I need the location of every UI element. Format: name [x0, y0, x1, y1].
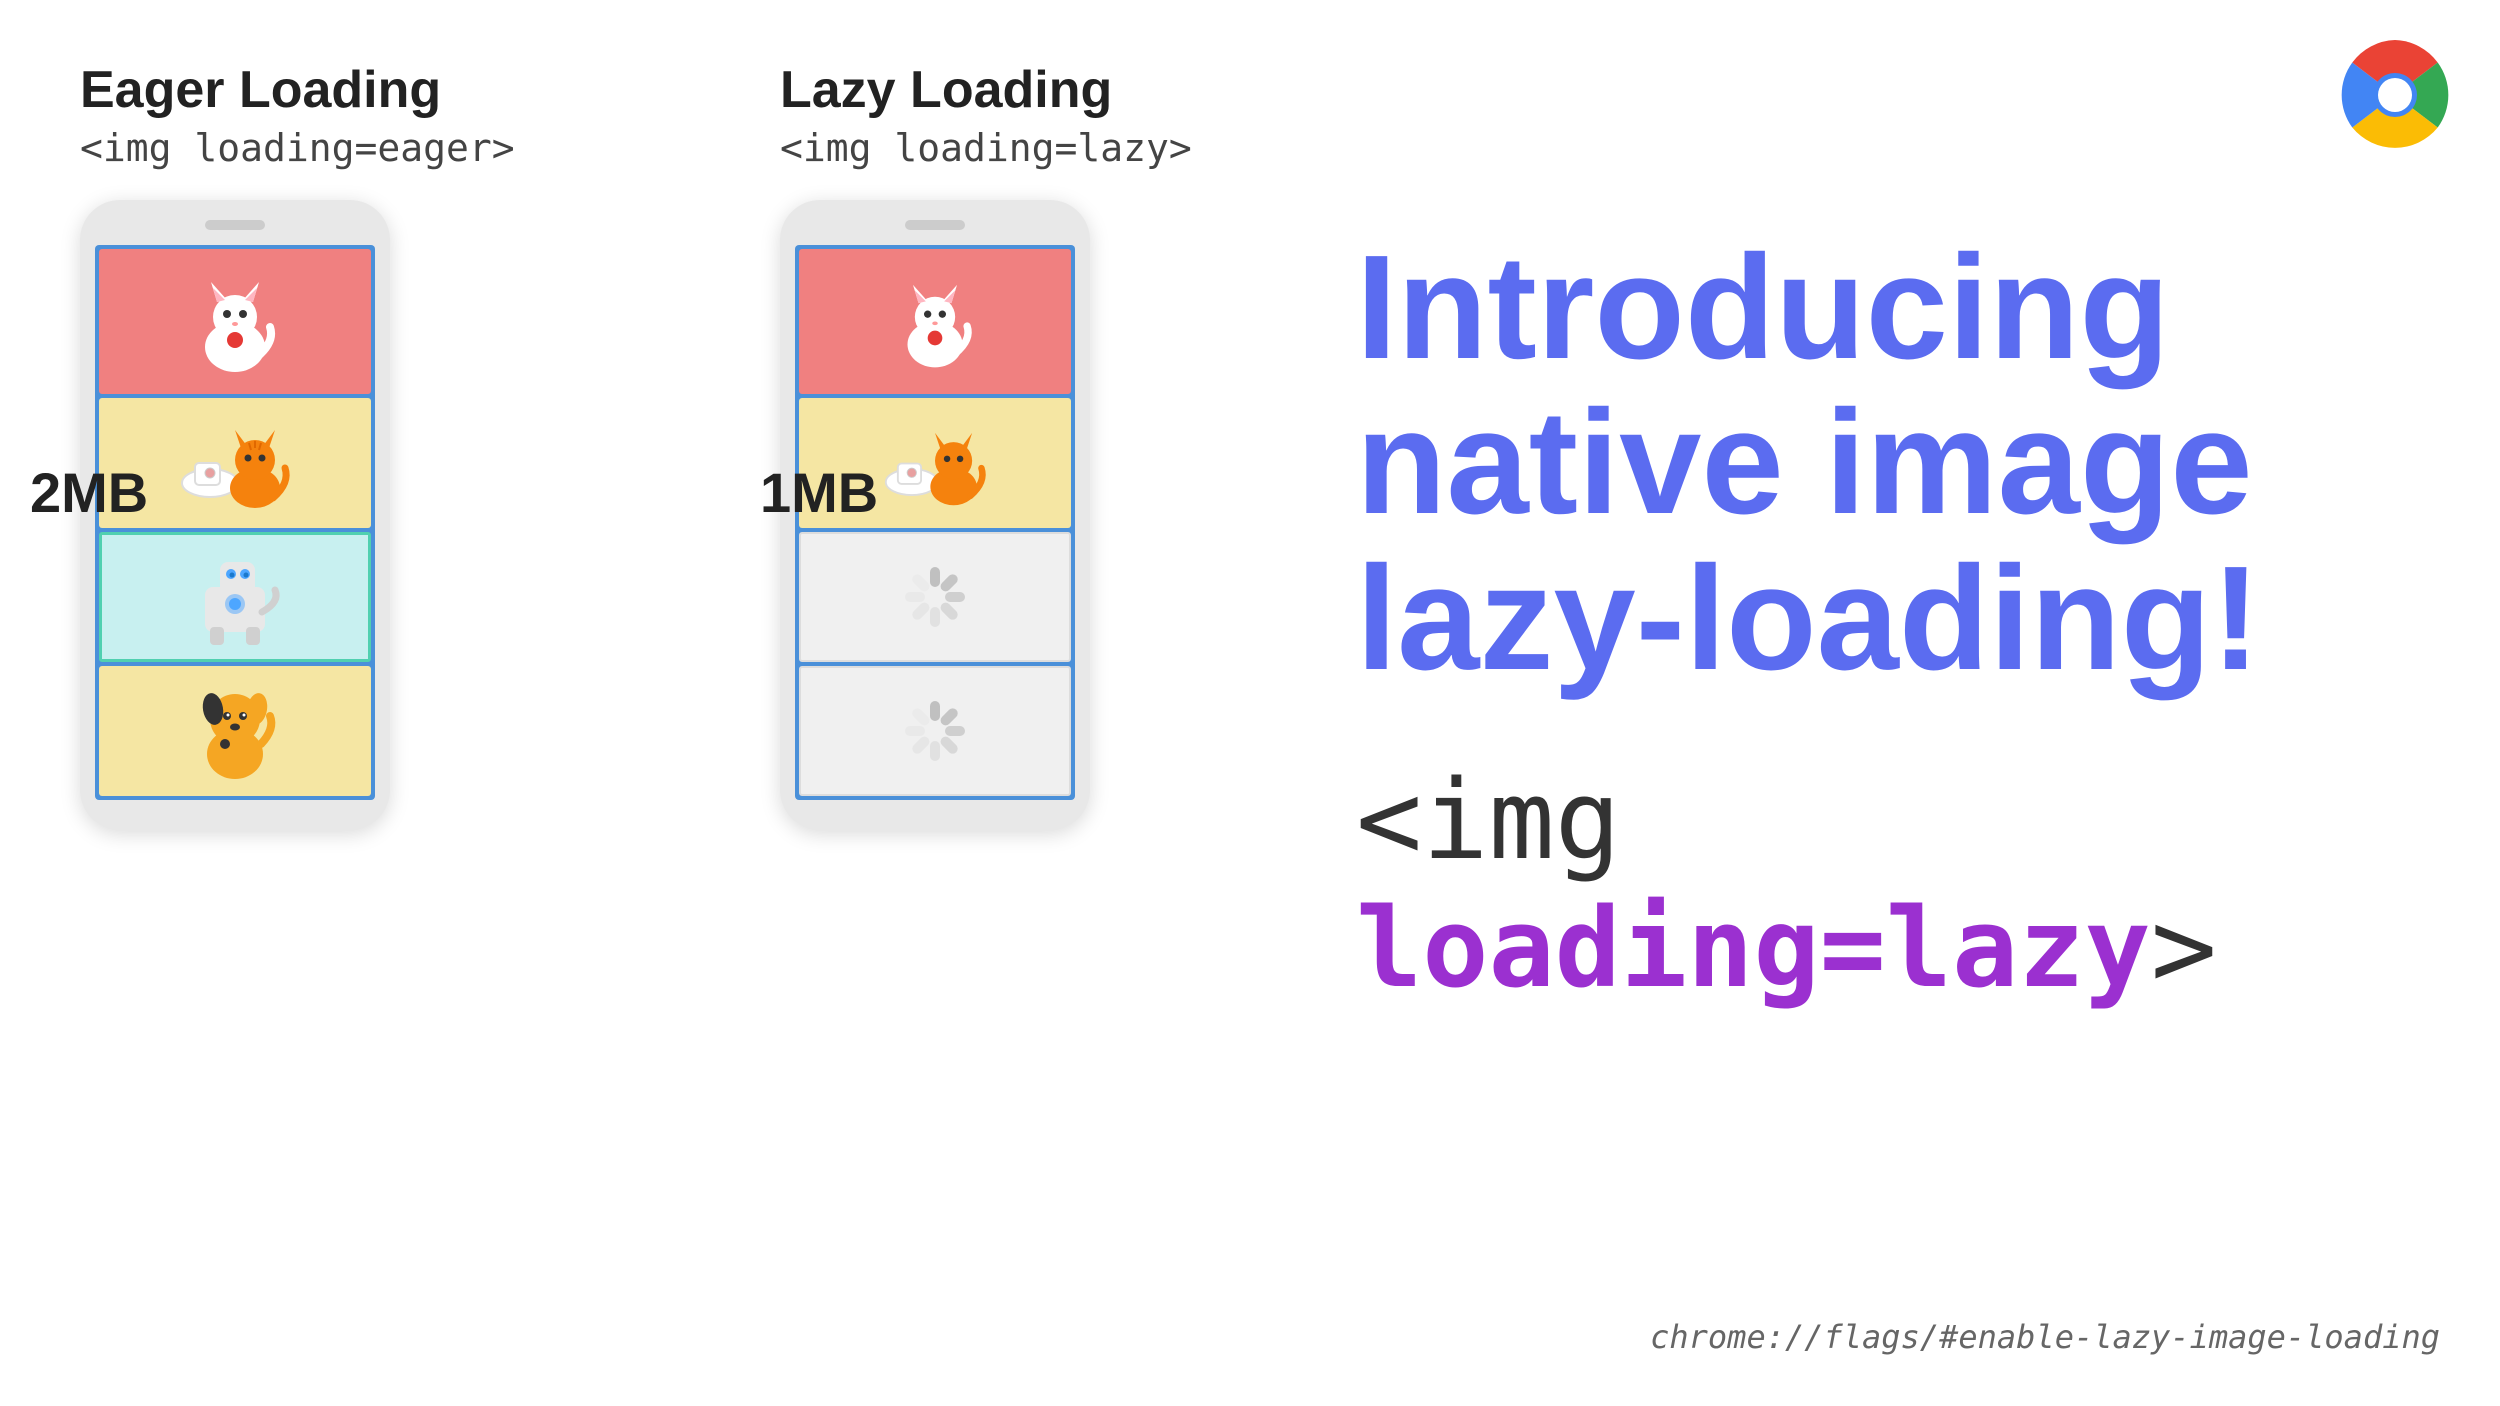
orange-cat-svg: [165, 408, 305, 518]
robot-dog-svg: [170, 542, 300, 652]
lazy-size-label: 1MB: [760, 460, 878, 525]
lazy-img-card-1: [799, 249, 1071, 394]
lazy-orange-cat-svg: [870, 411, 1000, 516]
eager-img-card-3: [99, 532, 371, 662]
lazy-loading-section: Lazy Loading <img loading=lazy>: [780, 60, 1192, 830]
eager-loading-section: Eager Loading <img loading=eager>: [80, 60, 515, 830]
white-cat-svg: [175, 262, 295, 382]
chrome-flags-url: chrome://flags/#enable-lazy-image-loadin…: [1650, 1318, 2440, 1356]
code-prefix: <img: [1356, 756, 1621, 884]
introducing-section: Introducing native image lazy-loading! <…: [1356, 230, 2406, 1042]
lazy-img-card-3-loading: [799, 532, 1071, 662]
spinner-svg-2: [900, 696, 970, 766]
lazy-title: Lazy Loading: [780, 60, 1192, 120]
code-suffix: >: [2151, 884, 2217, 1012]
introducing-heading: Introducing native image lazy-loading!: [1356, 230, 2406, 696]
sitting-dog-svg: [175, 674, 295, 789]
code-attr: loading=lazy: [1356, 884, 2151, 1012]
introducing-line2: native image: [1356, 380, 2253, 545]
lazy-code: <img loading=lazy>: [780, 126, 1192, 170]
eager-img-card-1: [99, 249, 371, 394]
phone-speaker-lazy: [905, 220, 965, 230]
chrome-icon: [2330, 30, 2460, 160]
eager-code: <img loading=eager>: [80, 126, 515, 170]
eager-img-card-4: [99, 666, 371, 796]
spinner-svg-1: [900, 562, 970, 632]
eager-title: Eager Loading: [80, 60, 515, 120]
phone-speaker-eager: [205, 220, 265, 230]
eager-size-label: 2MB: [30, 460, 148, 525]
lazy-white-cat-svg: [880, 264, 990, 379]
introducing-line1: Introducing: [1356, 225, 2170, 390]
chrome-logo: [2330, 30, 2460, 160]
img-loading-lazy-code: <img loading=lazy>: [1356, 756, 2406, 1012]
lazy-img-card-4-loading: [799, 666, 1071, 796]
introducing-line3: lazy-loading!: [1356, 536, 2260, 701]
